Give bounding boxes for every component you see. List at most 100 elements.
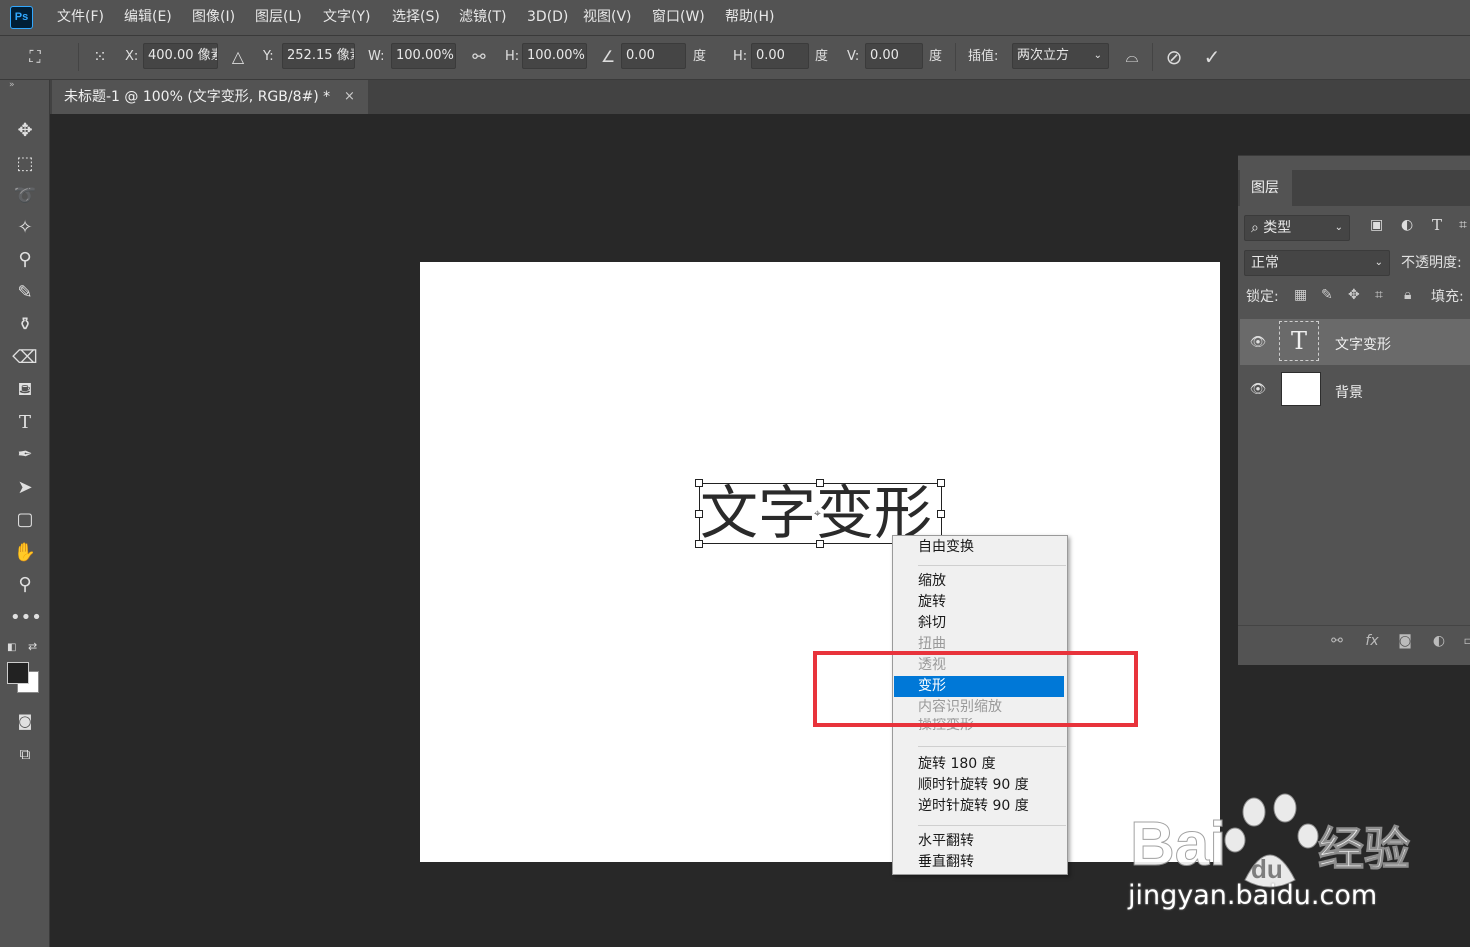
link-icon[interactable]: ⚯ bbox=[468, 46, 490, 68]
layer-name[interactable]: 文字变形 bbox=[1335, 334, 1391, 354]
adjustment-filter-icon[interactable]: ◐ bbox=[1401, 217, 1413, 233]
lock-position-icon[interactable]: ✥ bbox=[1348, 287, 1360, 303]
x-field[interactable]: 400.00 像素 bbox=[143, 43, 218, 69]
lasso-tool-icon[interactable]: ➰ bbox=[10, 182, 40, 210]
paint-bucket-tool-icon[interactable]: ⛾ bbox=[10, 376, 40, 404]
foreground-color-swatch[interactable] bbox=[7, 662, 29, 684]
shape-filter-icon[interactable]: ⌗ bbox=[1459, 217, 1467, 233]
menu-file[interactable]: 文件(F) bbox=[57, 0, 104, 35]
menu-item-rotate-90-ccw[interactable]: 逆时针旋转 90 度 bbox=[894, 796, 1064, 817]
layer-filter-select[interactable]: ⌕ 类型 ⌄ bbox=[1244, 215, 1350, 241]
shape-tool-icon[interactable]: ▢ bbox=[10, 506, 40, 534]
chevron-down-icon: ⌄ bbox=[1093, 50, 1102, 61]
menu-type[interactable]: 文字(Y) bbox=[323, 0, 370, 35]
relative-position-icon[interactable]: △ bbox=[227, 46, 249, 68]
lock-all-icon[interactable]: 🔒︎ bbox=[1404, 287, 1411, 303]
menu-item-rotate-180[interactable]: 旋转 180 度 bbox=[894, 754, 1064, 775]
menu-item-flip-horizontal[interactable]: 水平翻转 bbox=[894, 831, 1064, 852]
collapse-icon[interactable]: » bbox=[9, 80, 15, 90]
y-field[interactable]: 252.15 像素 bbox=[282, 43, 355, 69]
brush-tool-icon[interactable]: ✎ bbox=[10, 279, 40, 307]
lock-pixels-icon[interactable]: ✎ bbox=[1321, 287, 1333, 303]
marquee-tool-icon[interactable]: ⬚ bbox=[10, 150, 40, 178]
menu-window[interactable]: 窗口(W) bbox=[652, 0, 705, 35]
document-tab[interactable]: 未标题-1 @ 100% (文字变形, RGB/8#) * bbox=[52, 80, 368, 114]
menu-item-skew[interactable]: 斜切 bbox=[894, 613, 1064, 634]
tab-layers[interactable]: 图层 bbox=[1240, 170, 1292, 206]
angle-field[interactable]: 0.00 bbox=[621, 43, 686, 69]
menu-item-flip-vertical[interactable]: 垂直翻转 bbox=[894, 852, 1064, 873]
menu-separator bbox=[918, 746, 1066, 747]
magic-wand-tool-icon[interactable]: ✧ bbox=[10, 214, 40, 242]
search-icon: ⌕ bbox=[1251, 220, 1264, 236]
transform-handle[interactable] bbox=[816, 479, 824, 487]
quick-mask-icon[interactable]: ◙ bbox=[10, 707, 40, 735]
menu-edit[interactable]: 编辑(E) bbox=[124, 0, 172, 35]
menu-layer[interactable]: 图层(L) bbox=[255, 0, 302, 35]
zoom-tool-icon[interactable]: ⚲ bbox=[10, 571, 40, 599]
transform-handle[interactable] bbox=[695, 510, 703, 518]
eyedropper-tool-icon[interactable]: ⚲ bbox=[10, 246, 40, 274]
blend-mode-select[interactable]: 正常 ⌄ bbox=[1244, 250, 1390, 276]
menu-item-rotate[interactable]: 旋转 bbox=[894, 592, 1064, 613]
menu-view[interactable]: 视图(V) bbox=[583, 0, 632, 35]
h-field[interactable]: 100.00% bbox=[522, 43, 587, 69]
reference-point-icon[interactable]: ⁙ bbox=[89, 46, 111, 68]
menu-3d[interactable]: 3D(D) bbox=[527, 0, 568, 35]
photoshop-logo: Ps bbox=[10, 6, 33, 29]
transform-center-icon[interactable]: ⌖ bbox=[814, 506, 821, 521]
hskew-field[interactable]: 0.00 bbox=[751, 43, 809, 69]
transform-tool-icon[interactable]: ⛶ bbox=[24, 46, 46, 68]
menu-item-rotate-90-cw[interactable]: 顺时针旋转 90 度 bbox=[894, 775, 1064, 796]
interpolation-select[interactable]: 两次立方 ⌄ bbox=[1012, 43, 1109, 69]
transform-handle[interactable] bbox=[937, 510, 945, 518]
transform-handle[interactable] bbox=[816, 540, 824, 548]
transform-handle[interactable] bbox=[695, 540, 703, 548]
warp-mode-icon[interactable]: ⌓ bbox=[1121, 46, 1143, 68]
visibility-eye-icon[interactable]: 👁︎ bbox=[1248, 333, 1268, 353]
menu-item-free-transform[interactable]: 自由变换 bbox=[894, 537, 1064, 558]
add-mask-icon[interactable]: ◙ bbox=[1394, 630, 1416, 652]
type-tool-icon[interactable]: T bbox=[10, 409, 40, 437]
menu-help[interactable]: 帮助(H) bbox=[725, 0, 774, 35]
stamp-tool-icon[interactable]: ⚱ bbox=[10, 311, 40, 339]
blend-mode-value: 正常 bbox=[1251, 255, 1279, 271]
visibility-eye-icon[interactable]: 👁︎ bbox=[1248, 380, 1268, 400]
image-filter-icon[interactable]: ▣ bbox=[1370, 217, 1383, 233]
vskew-field[interactable]: 0.00 bbox=[865, 43, 923, 69]
hand-tool-icon[interactable]: ✋ bbox=[10, 539, 40, 567]
lock-artboard-icon[interactable]: ⌗ bbox=[1375, 287, 1383, 303]
swap-colors-icon[interactable]: ⇄ bbox=[28, 640, 37, 653]
opacity-label: 不透明度: bbox=[1401, 255, 1462, 271]
cancel-transform-icon[interactable]: ⊘ bbox=[1163, 46, 1185, 68]
menu-select[interactable]: 选择(S) bbox=[392, 0, 440, 35]
lock-transparency-icon[interactable]: ▦ bbox=[1294, 287, 1307, 303]
layer-name[interactable]: 背景 bbox=[1335, 382, 1363, 402]
hskew-unit: 度 bbox=[815, 49, 829, 64]
annotation-highlight-box bbox=[813, 651, 1138, 727]
menu-item-scale[interactable]: 缩放 bbox=[894, 571, 1064, 592]
options-divider bbox=[955, 43, 956, 71]
screen-mode-icon[interactable]: ⧉ bbox=[10, 740, 40, 768]
close-icon[interactable]: × bbox=[344, 80, 358, 114]
default-colors-icon[interactable]: ◧ bbox=[7, 642, 16, 653]
document-canvas[interactable] bbox=[420, 262, 1220, 862]
adjustment-layer-icon[interactable]: ◐ bbox=[1428, 630, 1450, 652]
options-divider bbox=[1152, 43, 1153, 71]
link-layers-icon[interactable]: ⚯ bbox=[1326, 630, 1348, 652]
new-group-icon[interactable]: ▭ bbox=[1459, 630, 1470, 652]
more-tools-icon[interactable]: ••• bbox=[10, 604, 42, 632]
menu-image[interactable]: 图像(I) bbox=[192, 0, 235, 35]
menu-filter[interactable]: 滤镜(T) bbox=[459, 0, 506, 35]
eraser-tool-icon[interactable]: ⌫ bbox=[10, 344, 40, 372]
transform-handle[interactable] bbox=[695, 479, 703, 487]
chevron-down-icon: ⌄ bbox=[1374, 257, 1383, 268]
w-field[interactable]: 100.00% bbox=[391, 43, 456, 69]
path-select-tool-icon[interactable]: ➤ bbox=[10, 474, 40, 502]
fx-icon[interactable]: fx bbox=[1361, 630, 1383, 652]
pen-tool-icon[interactable]: ✒ bbox=[10, 441, 40, 469]
commit-transform-icon[interactable]: ✓ bbox=[1201, 46, 1223, 68]
transform-handle[interactable] bbox=[937, 479, 945, 487]
move-tool-icon[interactable]: ✥ bbox=[10, 117, 40, 145]
type-filter-icon[interactable]: T bbox=[1432, 216, 1442, 234]
